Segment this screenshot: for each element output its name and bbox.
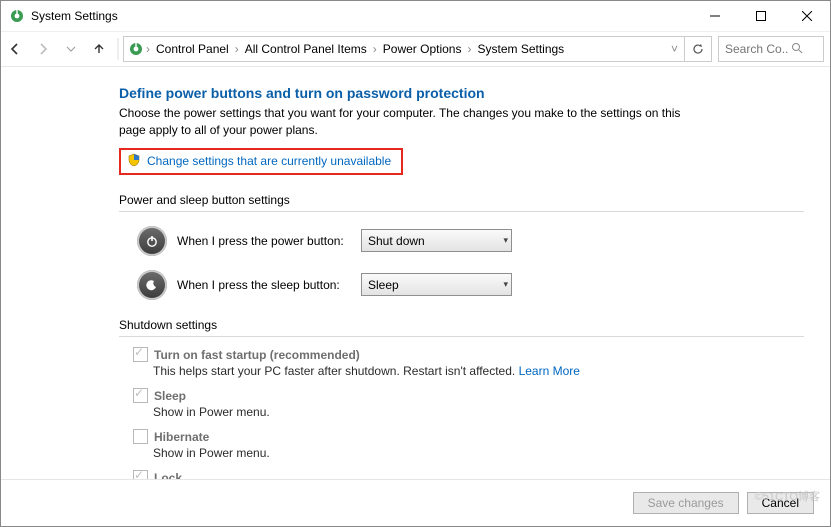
breadcrumb-power-options[interactable]: Power Options [379, 42, 466, 56]
power-button-label: When I press the power button: [177, 234, 351, 248]
shield-icon [127, 153, 141, 170]
power-options-icon [128, 41, 144, 57]
power-options-icon [9, 8, 25, 24]
fast-startup-sub: This helps start your PC faster after sh… [153, 364, 804, 378]
back-button[interactable] [1, 35, 29, 63]
forward-button[interactable] [29, 35, 57, 63]
maximize-button[interactable] [738, 1, 784, 31]
fast-startup-checkbox[interactable] [133, 347, 148, 362]
dropdown-value: Sleep [368, 278, 399, 292]
breadcrumb-control-panel[interactable]: Control Panel [152, 42, 233, 56]
chevron-right-icon[interactable]: › [465, 42, 473, 56]
hibernate-checkbox[interactable] [133, 429, 148, 444]
close-button[interactable] [784, 1, 830, 31]
search-box[interactable] [718, 36, 824, 62]
change-unavailable-settings-link[interactable]: Change settings that are currently unava… [147, 154, 391, 168]
recent-locations-button[interactable] [57, 35, 85, 63]
lock-label: Lock [154, 471, 182, 479]
section-button-settings: Power and sleep button settings [119, 193, 804, 212]
chevron-down-icon[interactable]: ˅ [669, 42, 684, 56]
content-area: Define power buttons and turn on passwor… [1, 67, 830, 479]
save-changes-button[interactable]: Save changes [633, 492, 739, 514]
breadcrumb-all-items[interactable]: All Control Panel Items [241, 42, 371, 56]
section-label: Shutdown settings [119, 318, 217, 332]
search-icon [791, 42, 803, 57]
chevron-down-icon: ▾ [503, 235, 508, 246]
page-title: Define power buttons and turn on passwor… [119, 85, 804, 101]
admin-link-highlight: Change settings that are currently unava… [119, 148, 403, 175]
lock-row: Lock Show in account picture menu. [133, 470, 804, 479]
hibernate-sub: Show in Power menu. [153, 446, 804, 460]
fast-startup-row: Turn on fast startup (recommended) This … [133, 347, 804, 378]
search-input[interactable] [723, 41, 791, 57]
nav-separator [117, 38, 119, 60]
minimize-button[interactable] [692, 1, 738, 31]
power-button-dropdown[interactable]: Shut down ▾ [361, 229, 512, 252]
shutdown-settings-block: Turn on fast startup (recommended) This … [133, 347, 804, 479]
sleep-button-row: When I press the sleep button: Sleep ▾ [137, 270, 804, 300]
refresh-button[interactable] [684, 37, 711, 61]
address-bar[interactable]: › Control Panel › All Control Panel Item… [123, 36, 712, 62]
titlebar: System Settings [1, 1, 830, 31]
page-description: Choose the power settings that you want … [119, 105, 699, 140]
up-button[interactable] [85, 35, 113, 63]
learn-more-link[interactable]: Learn More [519, 364, 580, 378]
window-title: System Settings [31, 9, 118, 23]
fast-startup-label: Turn on fast startup (recommended) [154, 348, 360, 362]
section-label: Power and sleep button settings [119, 193, 290, 207]
chevron-right-icon[interactable]: › [371, 42, 379, 56]
sleep-button-label: When I press the sleep button: [177, 278, 351, 292]
window: System Settings › Control Panel › All Co… [0, 0, 831, 527]
breadcrumb-system-settings[interactable]: System Settings [473, 42, 568, 56]
dropdown-value: Shut down [368, 234, 425, 248]
hibernate-label: Hibernate [154, 430, 209, 444]
lock-checkbox[interactable] [133, 470, 148, 479]
chevron-right-icon[interactable]: › [144, 42, 152, 56]
footer: Save changes Cancel [1, 479, 830, 526]
sleep-button-dropdown[interactable]: Sleep ▾ [361, 273, 512, 296]
power-icon [137, 226, 167, 256]
power-button-row: When I press the power button: Shut down… [137, 226, 804, 256]
sleep-checkbox[interactable] [133, 388, 148, 403]
watermark: ©51CTO博客 [755, 488, 820, 504]
chevron-right-icon[interactable]: › [233, 42, 241, 56]
section-shutdown-settings: Shutdown settings [119, 318, 804, 337]
sleep-icon [137, 270, 167, 300]
chevron-down-icon: ▾ [503, 279, 508, 290]
hibernate-row: Hibernate Show in Power menu. [133, 429, 804, 460]
sleep-row: Sleep Show in Power menu. [133, 388, 804, 419]
sleep-label: Sleep [154, 389, 186, 403]
nav-row: › Control Panel › All Control Panel Item… [1, 31, 830, 67]
sleep-sub: Show in Power menu. [153, 405, 804, 419]
